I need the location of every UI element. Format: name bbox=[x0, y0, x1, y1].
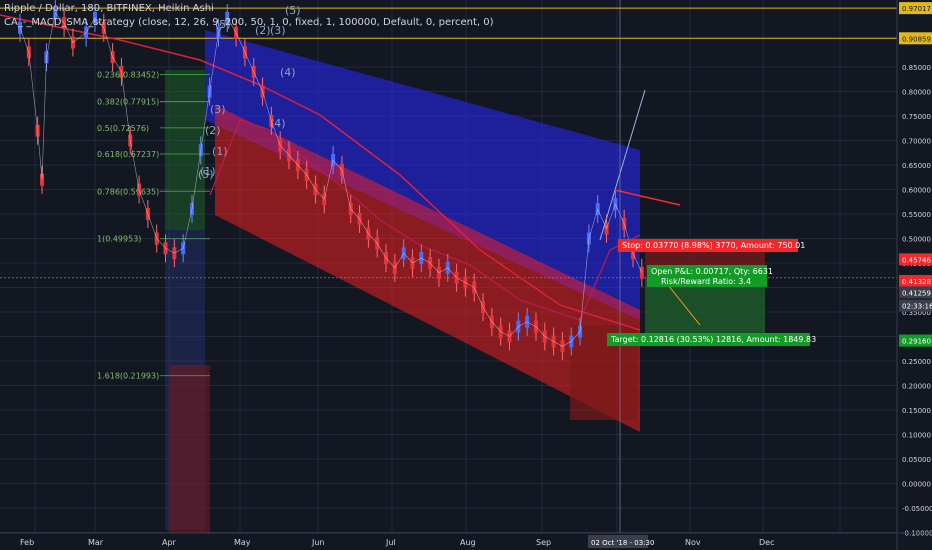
y-tick-label: 0.65000 bbox=[902, 162, 931, 170]
fib-label: 0.5(0.72576) bbox=[97, 124, 149, 133]
x-tick-label: Jun bbox=[311, 538, 325, 547]
x-tick-label: Mar bbox=[88, 538, 104, 547]
y-tick-label: 0.00000 bbox=[902, 481, 931, 489]
wave-label: (5) bbox=[198, 168, 214, 181]
price-chart[interactable]: 0.236(0.83452) 0.382(0.77915) 0.5(0.72576)… bbox=[0, 0, 932, 550]
fib-zone-red bbox=[170, 365, 210, 533]
wave-label: (1) bbox=[212, 145, 228, 158]
indicator-title: CA_-_MACD_SMA_strategy (close, 12, 26, 9… bbox=[4, 17, 494, 28]
x-tick-label: Nov bbox=[685, 538, 701, 547]
x-tick-label: Feb bbox=[20, 538, 34, 547]
price-marker-label: 0.29160 bbox=[902, 338, 931, 346]
price-marker-label: 0.41259 bbox=[902, 289, 931, 297]
x-tick-label: May bbox=[234, 538, 251, 547]
symbol-title: Ripple / Dollar, 180, BITFINEX, Heikin A… bbox=[4, 3, 214, 14]
price-marker-label: 0.41328 bbox=[902, 278, 931, 286]
chart-stage: 0.236(0.83452) 0.382(0.77915) 0.5(0.72576)… bbox=[0, 0, 932, 550]
y-tick-label: 0.05000 bbox=[902, 456, 931, 464]
x-tick-label: Apr bbox=[162, 538, 177, 547]
x-tick-label: Jul bbox=[385, 538, 396, 547]
fib-label: 1.618(0.21993) bbox=[97, 372, 159, 381]
x-tick-label: Aug bbox=[460, 538, 476, 547]
y-tick-label: 0.80000 bbox=[902, 89, 931, 97]
wave-label: (4) bbox=[280, 66, 296, 79]
open-pnl-label: Open P&L: 0.00717, Qty: 6631 bbox=[651, 267, 773, 276]
price-marker-label: 0.45746 bbox=[902, 256, 931, 264]
y-tick-label: 0.10000 bbox=[902, 432, 931, 440]
y-tick-label: 0.20000 bbox=[902, 383, 931, 391]
y-tick-label: -0.05000 bbox=[902, 505, 932, 513]
x-tick-label: Dec bbox=[759, 538, 774, 547]
fib-label: 0.786(0.59635) bbox=[97, 187, 159, 196]
fib-label: 0.618(0.67237) bbox=[97, 150, 159, 159]
wave-label: (4) bbox=[270, 117, 286, 130]
fib-label: 1(0.49953) bbox=[97, 235, 141, 244]
fib-label: 0.382(0.77915) bbox=[97, 98, 159, 107]
wave-label: (3) bbox=[210, 103, 226, 116]
y-tick-label: 0.85000 bbox=[902, 64, 931, 72]
fib-label: 0.236(0.83452) bbox=[97, 71, 159, 80]
y-tick-label: 0.50000 bbox=[902, 236, 931, 244]
y-tick-label: 0.15000 bbox=[902, 407, 931, 415]
stop-label: Stop: 0.03770 (8.98%) 3770, Amount: 750.… bbox=[622, 241, 805, 250]
y-tick-label: 0.25000 bbox=[902, 358, 931, 366]
wave-label: (2) bbox=[205, 124, 221, 137]
y-tick-label: 0.70000 bbox=[902, 138, 931, 146]
price-marker-label: 0.90859 bbox=[902, 35, 931, 43]
x-tick-label: Sep bbox=[536, 538, 551, 547]
price-marker-label: 0.97017 bbox=[902, 5, 931, 13]
crosshair-x-label: 02 Oct '18 - 03:30 bbox=[591, 539, 654, 547]
y-tick-label: 0.75000 bbox=[902, 113, 931, 121]
price-marker-label: 02:33:16 bbox=[902, 303, 932, 311]
y-tick-label: 0.60000 bbox=[902, 187, 931, 195]
target-label: Target: 0.12816 (30.53%) 12816, Amount: … bbox=[610, 335, 816, 344]
wave-label: (5) bbox=[285, 4, 301, 17]
risk-reward-label: Risk/Reward Ratio: 3.4 bbox=[661, 277, 751, 286]
y-tick-label: 0.55000 bbox=[902, 211, 931, 219]
